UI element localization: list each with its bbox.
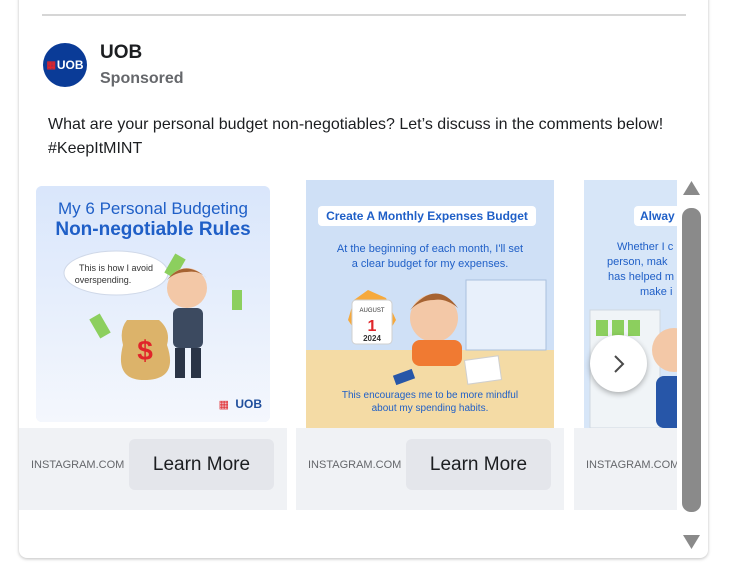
- carousel-image[interactable]: Create A Monthly Expenses Budget At the …: [296, 180, 564, 428]
- item3-body-line1: Whether I c: [617, 241, 674, 253]
- item2-body-line1: At the beginning of each month, I'll set: [337, 243, 523, 255]
- item2-caption-line1: This encourages me to be more mindful: [342, 390, 518, 401]
- scrollbar-thumb[interactable]: [682, 208, 701, 512]
- item2-body-line2: a clear budget for my expenses.: [352, 258, 509, 270]
- sponsored-label: Sponsored: [100, 70, 184, 87]
- item2-cal-day: 1: [368, 318, 377, 335]
- post-text: What are your personal budget non-negoti…: [48, 116, 664, 157]
- item1-bubble-line2: overspending.: [75, 275, 132, 285]
- item3-body-line2: person, mak: [607, 256, 668, 268]
- scroll-up-button[interactable]: [682, 180, 701, 201]
- uob-flag-icon: ▦: [46, 59, 56, 71]
- chevron-right-icon: [613, 354, 624, 373]
- svg-text:▦: ▦: [219, 399, 229, 411]
- item3-body-line3: has helped m: [608, 271, 674, 283]
- avatar-text: UOB: [56, 58, 84, 72]
- item1-title-line1: My 6 Personal Budgeting: [58, 199, 248, 218]
- carousel: My 6 Personal Budgeting Non-negotiable R…: [19, 180, 677, 520]
- item2-cal-month: AUGUST: [359, 308, 384, 314]
- item2-caption-line2: about my spending habits.: [372, 403, 489, 414]
- svg-text:$: $: [137, 335, 153, 366]
- item2-title: Create A Monthly Expenses Budget: [326, 209, 528, 223]
- item-domain: INSTAGRAM.COM: [308, 459, 402, 471]
- divider: [42, 14, 686, 16]
- item1-bubble-line1: This is how I avoid: [79, 263, 153, 273]
- triangle-down-icon: [683, 535, 700, 549]
- item3-body-line4: make i: [640, 286, 672, 298]
- carousel-item[interactable]: Create A Monthly Expenses Budget At the …: [296, 180, 564, 510]
- carousel-next-button[interactable]: [590, 335, 647, 392]
- item-domain: INSTAGRAM.COM: [31, 459, 125, 471]
- item1-title-line2: Non-negotiable Rules: [55, 219, 250, 240]
- item3-title: Alway: [640, 209, 675, 223]
- triangle-up-icon: [683, 181, 700, 195]
- carousel-image[interactable]: My 6 Personal Budgeting Non-negotiable R…: [19, 180, 287, 428]
- item2-cal-year: 2024: [363, 334, 381, 343]
- avatar[interactable]: ▦ UOB: [43, 43, 87, 87]
- carousel-item[interactable]: My 6 Personal Budgeting Non-negotiable R…: [19, 180, 287, 510]
- page-name[interactable]: UOB: [100, 42, 142, 64]
- scroll-down-button[interactable]: [682, 534, 701, 555]
- learn-more-button[interactable]: Learn More: [406, 439, 551, 490]
- learn-more-button[interactable]: Learn More: [129, 439, 274, 490]
- item1-logo: UOB: [235, 397, 262, 411]
- item-domain: INSTAGRAM.COM: [586, 459, 677, 471]
